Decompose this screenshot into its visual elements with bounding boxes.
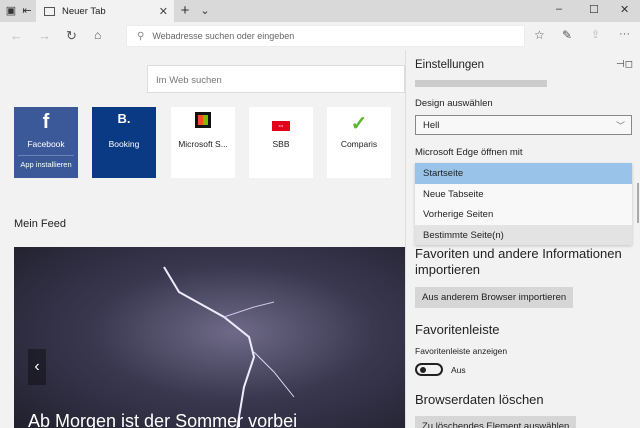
sbb-icon: ⇔: [249, 107, 313, 137]
tile-microsoft-store[interactable]: Microsoft S...: [171, 107, 235, 178]
search-icon: ⚲: [137, 30, 145, 42]
close-window-icon[interactable]: ✕: [620, 3, 629, 16]
more-icon[interactable]: ···: [619, 28, 630, 40]
share-icon[interactable]: ⇪: [591, 28, 600, 41]
carousel-prev-button[interactable]: ‹: [28, 349, 46, 385]
store-icon: [171, 107, 235, 137]
favbar-label: Favoritenleiste anzeigen: [415, 346, 508, 356]
install-app-link[interactable]: App installieren: [18, 155, 74, 169]
check-icon: ✓: [350, 113, 368, 135]
import-button[interactable]: Aus anderem Browser importieren: [415, 287, 574, 308]
tile-label: Booking: [108, 139, 140, 149]
tile-comparis[interactable]: ✓ Comparis: [327, 107, 391, 178]
set-aside-icon[interactable]: ⇤: [20, 4, 34, 18]
tile-facebook[interactable]: f Facebook App installieren: [14, 107, 78, 178]
maximize-icon[interactable]: ☐: [589, 3, 599, 16]
home-icon[interactable]: ⌂: [94, 28, 101, 42]
import-heading: Favoriten und andere Informationen impor…: [415, 246, 622, 277]
booking-icon: B.: [117, 111, 131, 126]
news-headline[interactable]: Ab Morgen ist der Sommer vorbei: [28, 411, 297, 428]
tab-preview-icon[interactable]: ▣: [4, 4, 18, 18]
open-with-dropdown[interactable]: Startseite Neue Tabseite Vorherige Seite…: [415, 163, 632, 245]
lightning-image: [163, 266, 295, 428]
design-value: Hell: [423, 120, 440, 131]
option-vorherige-seiten[interactable]: Vorherige Seiten: [415, 204, 632, 225]
settings-panel: Einstellungen ⊣◻ Design auswählen Hell ﹀…: [405, 50, 640, 428]
option-neue-tabseite[interactable]: Neue Tabseite: [415, 184, 632, 205]
back-icon[interactable]: ←: [10, 28, 23, 43]
minimize-icon[interactable]: –: [556, 3, 562, 15]
refresh-icon[interactable]: ↻: [66, 28, 77, 44]
tile-booking[interactable]: B. Booking: [92, 107, 156, 178]
settings-title: Einstellungen: [415, 59, 485, 71]
chevron-down-icon: ﹀: [615, 121, 625, 131]
tab-title: Neuer Tab: [62, 5, 106, 17]
address-placeholder: Webadresse suchen oder eingeben: [152, 31, 295, 41]
notes-icon[interactable]: ✎: [562, 28, 572, 42]
favbar-heading: Favoritenleiste: [415, 322, 500, 337]
tab-neuer-tab[interactable]: Neuer Tab ✕: [36, 0, 174, 22]
favbar-toggle-state: Aus: [451, 365, 466, 375]
close-tab-icon[interactable]: ✕: [159, 5, 168, 18]
tile-label: SBB: [272, 139, 290, 149]
option-bestimmte-seiten[interactable]: Bestimmte Seite(n): [415, 224, 632, 245]
tile-label: Microsoft S...: [178, 139, 228, 149]
design-label: Design auswählen: [415, 98, 493, 109]
address-bar[interactable]: ⚲ Webadresse suchen oder eingeben: [126, 25, 525, 47]
tile-sbb[interactable]: ⇔ SBB: [249, 107, 313, 178]
news-hero-image[interactable]: ‹ Ab Morgen ist der Sommer vorbei: [14, 247, 405, 428]
favorites-icon[interactable]: ☆: [534, 28, 545, 42]
new-tab-page: Im Web suchen f Facebook App installiere…: [0, 50, 405, 428]
tab-list-icon[interactable]: ⌄: [198, 4, 212, 18]
feed-title: Mein Feed: [14, 218, 66, 230]
favbar-toggle[interactable]: [415, 363, 443, 376]
scrollbar[interactable]: [637, 183, 639, 223]
facebook-icon: f: [42, 111, 50, 133]
settings-header: Einstellungen ⊣◻: [406, 50, 640, 80]
clear-heading: Browserdaten löschen: [415, 392, 544, 407]
option-startseite[interactable]: Startseite: [415, 163, 632, 184]
new-tab-icon[interactable]: +: [178, 3, 192, 18]
tile-label: Facebook: [27, 139, 65, 149]
title-bar: ▣ ⇤ Neuer Tab ✕ + ⌄ – ☐ ✕: [0, 0, 640, 22]
open-with-label: Microsoft Edge öffnen mit: [415, 147, 523, 158]
pin-icon[interactable]: ⊣◻: [616, 59, 633, 70]
tab-favicon-icon: [44, 6, 55, 16]
tile-label: Comparis: [340, 139, 378, 149]
clear-button[interactable]: Zu löschendes Element auswählen: [415, 416, 577, 428]
forward-icon[interactable]: →: [38, 28, 51, 43]
design-select[interactable]: Hell ﹀: [415, 115, 632, 135]
nav-bar: ← → ↻ ⌂ ⚲ Webadresse suchen oder eingebe…: [0, 22, 640, 50]
web-search-input[interactable]: Im Web suchen: [147, 65, 405, 93]
